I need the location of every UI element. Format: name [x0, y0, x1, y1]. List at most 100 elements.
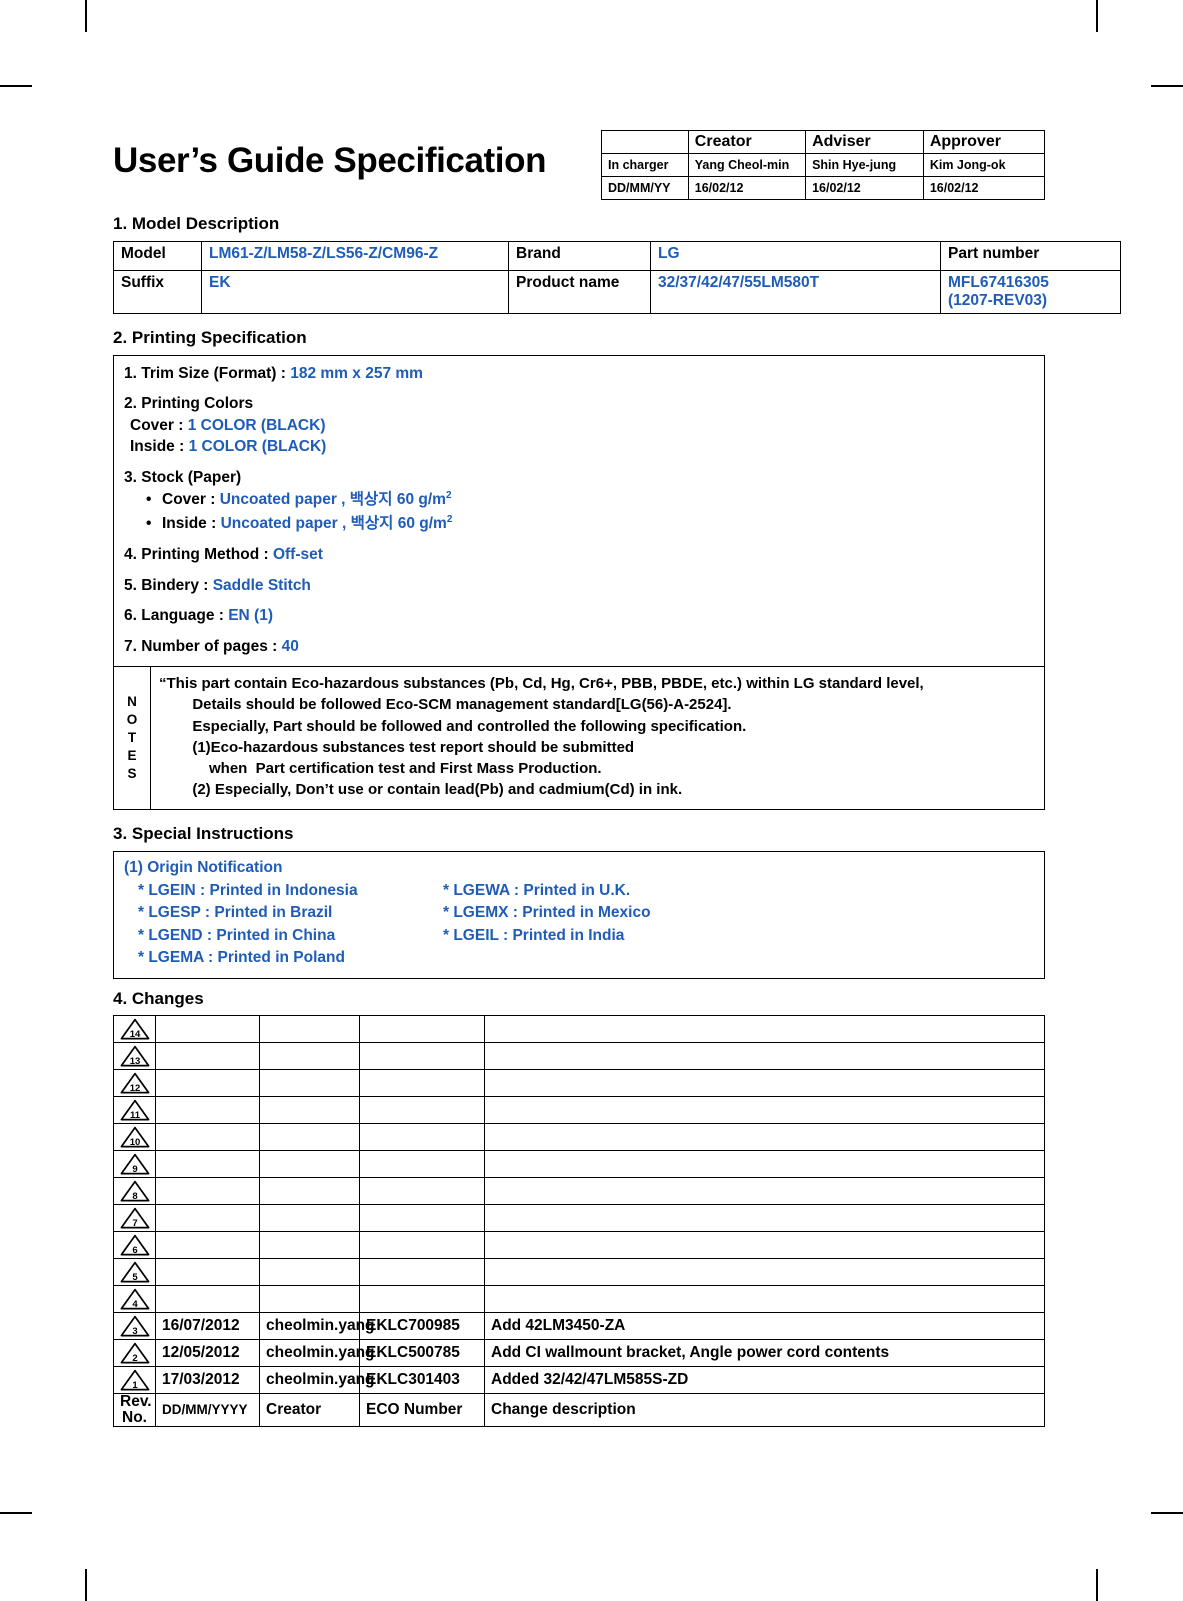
bullet-icon: • — [146, 515, 152, 533]
part-number-value: MFL67416305 (1207-REV03) — [940, 270, 1121, 314]
spec-pages-label: 7. Number of pages : — [124, 637, 282, 655]
part-number-primary: MFL67416305 — [948, 274, 1049, 291]
page-title: User’s Guide Specification — [113, 141, 547, 180]
change-creator-cell: cheolmin.yang — [259, 1338, 375, 1367]
crop-mark-bottom-left-horizontal — [0, 1512, 32, 1514]
crop-mark-bottom-left-vertical — [85, 1569, 87, 1601]
signoff-adviser-date: 16/02/12 — [805, 176, 924, 200]
signoff-label-in-charger: In charger — [601, 153, 689, 177]
change-eco-number-cell — [359, 1014, 485, 1043]
change-eco-number-cell — [359, 1284, 485, 1313]
origin-notification-title: (1) Origin Notification — [124, 858, 283, 876]
crop-mark-top-right-horizontal — [1151, 85, 1183, 87]
origin-row: * LGEND : Printed in China * LGEIL : Pri… — [138, 925, 1044, 947]
origin-entry-right: * LGEIL : Printed in India — [443, 926, 625, 944]
changes-footer-row: Rev. No. DD/MM/YYYY Creator ECO Number C… — [113, 1392, 1045, 1428]
change-description-cell — [484, 1230, 1045, 1259]
spec-printing-method-label: 4. Printing Method : — [124, 546, 273, 564]
table-row: 9 — [113, 1149, 1045, 1178]
notes-vertical-label: N O T E S — [114, 666, 151, 809]
revision-marker-cell: 7 — [113, 1203, 156, 1232]
svg-text:5: 5 — [132, 1272, 138, 1283]
change-date-cell — [155, 1041, 260, 1070]
signoff-date-row: DD/MM/YY 16/02/12 16/02/12 16/02/12 — [601, 176, 1046, 200]
change-date-cell: 12/05/2012 — [155, 1338, 260, 1367]
bullet-icon: • — [146, 491, 152, 509]
origin-entry-left: * LGEND : Printed in China — [138, 926, 336, 944]
origin-entry-right: * LGEWA : Printed in U.K. — [443, 881, 631, 899]
notes-line: “This part contain Eco-hazardous substan… — [159, 674, 924, 692]
changes-footer-creator-header: Creator — [259, 1392, 360, 1428]
origin-row: * LGESP : Printed in Brazil * LGEMX : Pr… — [138, 902, 1044, 924]
spec-printing-colors-label: 2. Printing Colors — [124, 395, 254, 413]
svg-text:12: 12 — [129, 1083, 140, 1094]
change-creator-cell — [259, 1122, 360, 1151]
notes-line: Details should be followed Eco-SCM manag… — [159, 696, 732, 714]
document-page: User’s Guide Specification Creator Advis… — [0, 0, 1183, 1601]
table-row: 3 16/07/2012 cheolmin.yang EKLC700985 Add 42… — [113, 1311, 1045, 1340]
origin-entry-left: * LGEIN : Printed in Indonesia — [138, 881, 358, 899]
origin-entry-right — [443, 947, 1044, 969]
spec-bindery: 5. Bindery : Saddle Stitch — [124, 576, 1044, 595]
spec-stock-cover: • Cover : Uncoated paper , 백상지 60 g/m2 — [146, 489, 1044, 510]
warning-triangle-icon: 12 — [120, 1072, 150, 1094]
printing-specification-box: 1. Trim Size (Format) : 182 mm x 257 mm … — [113, 355, 1045, 810]
change-creator-cell — [259, 1176, 360, 1205]
section-heading-model-description: 1. Model Description — [113, 214, 280, 233]
svg-text:7: 7 — [132, 1218, 137, 1229]
change-description-cell: Add CI wallmount bracket, Angle power co… — [484, 1338, 1045, 1367]
spec-stock-label: 3. Stock (Paper) — [124, 468, 242, 486]
revision-marker-cell: 9 — [113, 1149, 156, 1178]
notes-letter-o: O — [126, 712, 138, 728]
spec-printing-colors-cover: Cover : 1 COLOR (BLACK) — [130, 416, 1044, 435]
signoff-header-creator: Creator — [687, 130, 807, 154]
section-heading-changes: 4. Changes — [113, 988, 204, 1008]
change-description-cell — [484, 1257, 1045, 1286]
svg-text:2: 2 — [132, 1353, 137, 1364]
change-eco-number-cell — [359, 1122, 485, 1151]
spec-stock-inside: • Inside : Uncoated paper , 백상지 60 g/m2 — [146, 513, 1044, 534]
warning-triangle-icon: 4 — [120, 1288, 150, 1310]
spec-printing-method: 4. Printing Method : Off-set — [124, 545, 1044, 564]
svg-text:8: 8 — [132, 1191, 137, 1202]
warning-triangle-icon: 7 — [120, 1207, 150, 1229]
revision-marker-cell: 3 — [113, 1311, 156, 1340]
change-description-cell — [484, 1284, 1045, 1313]
table-row: 5 — [113, 1257, 1045, 1286]
rev-label-line1: Rev. — [120, 1392, 152, 1410]
suffix-value: EK — [201, 270, 509, 314]
brand-value: LG — [650, 241, 941, 271]
warning-triangle-icon: 14 — [120, 1018, 150, 1040]
change-creator-cell: cheolmin.yang — [259, 1311, 375, 1340]
change-description-cell — [484, 1095, 1045, 1124]
svg-text:13: 13 — [129, 1056, 140, 1067]
notes-text-body: “This part contain Eco-hazardous substan… — [151, 667, 1044, 809]
spec-colors-inside-label: Inside : — [130, 438, 189, 456]
change-eco-number-cell — [359, 1230, 485, 1259]
spec-stock-cover-superscript: 2 — [445, 489, 452, 501]
signoff-adviser-name: Shin Hye-jung — [805, 153, 924, 177]
change-eco-number-cell — [359, 1176, 485, 1205]
model-row-2: Suffix EK Product name 32/37/42/47/55LM5… — [113, 270, 1121, 314]
origin-entry-left: * LGEMA : Printed in Poland — [138, 949, 345, 967]
warning-triangle-icon: 13 — [120, 1045, 150, 1067]
change-description-cell: Add 42LM3450-ZA — [484, 1311, 1045, 1340]
change-eco-number-cell — [359, 1041, 485, 1070]
revision-marker-cell: 5 — [113, 1257, 156, 1286]
spec-colors-cover-value: 1 COLOR (BLACK) — [187, 416, 326, 434]
signoff-header-approver: Approver — [922, 130, 1046, 154]
notes-line: (1)Eco-hazardous substances test report … — [159, 738, 635, 756]
change-date-cell — [155, 1284, 260, 1313]
table-row: 14 — [113, 1014, 1045, 1043]
crop-mark-bottom-right-vertical — [1096, 1569, 1098, 1601]
suffix-label: Suffix — [113, 270, 202, 314]
revision-marker-cell: 12 — [113, 1068, 156, 1097]
table-row: 7 — [113, 1203, 1045, 1232]
change-eco-number-cell — [359, 1068, 485, 1097]
table-row: 4 — [113, 1284, 1045, 1313]
origin-row: * LGEIN : Printed in Indonesia * LGEWA :… — [138, 880, 1044, 902]
printing-specification-body: 1. Trim Size (Format) : 182 mm x 257 mm … — [114, 356, 1044, 666]
signoff-creator-name: Yang Cheol-min — [687, 153, 807, 177]
change-date-cell — [155, 1176, 260, 1205]
change-description-cell — [484, 1068, 1045, 1097]
